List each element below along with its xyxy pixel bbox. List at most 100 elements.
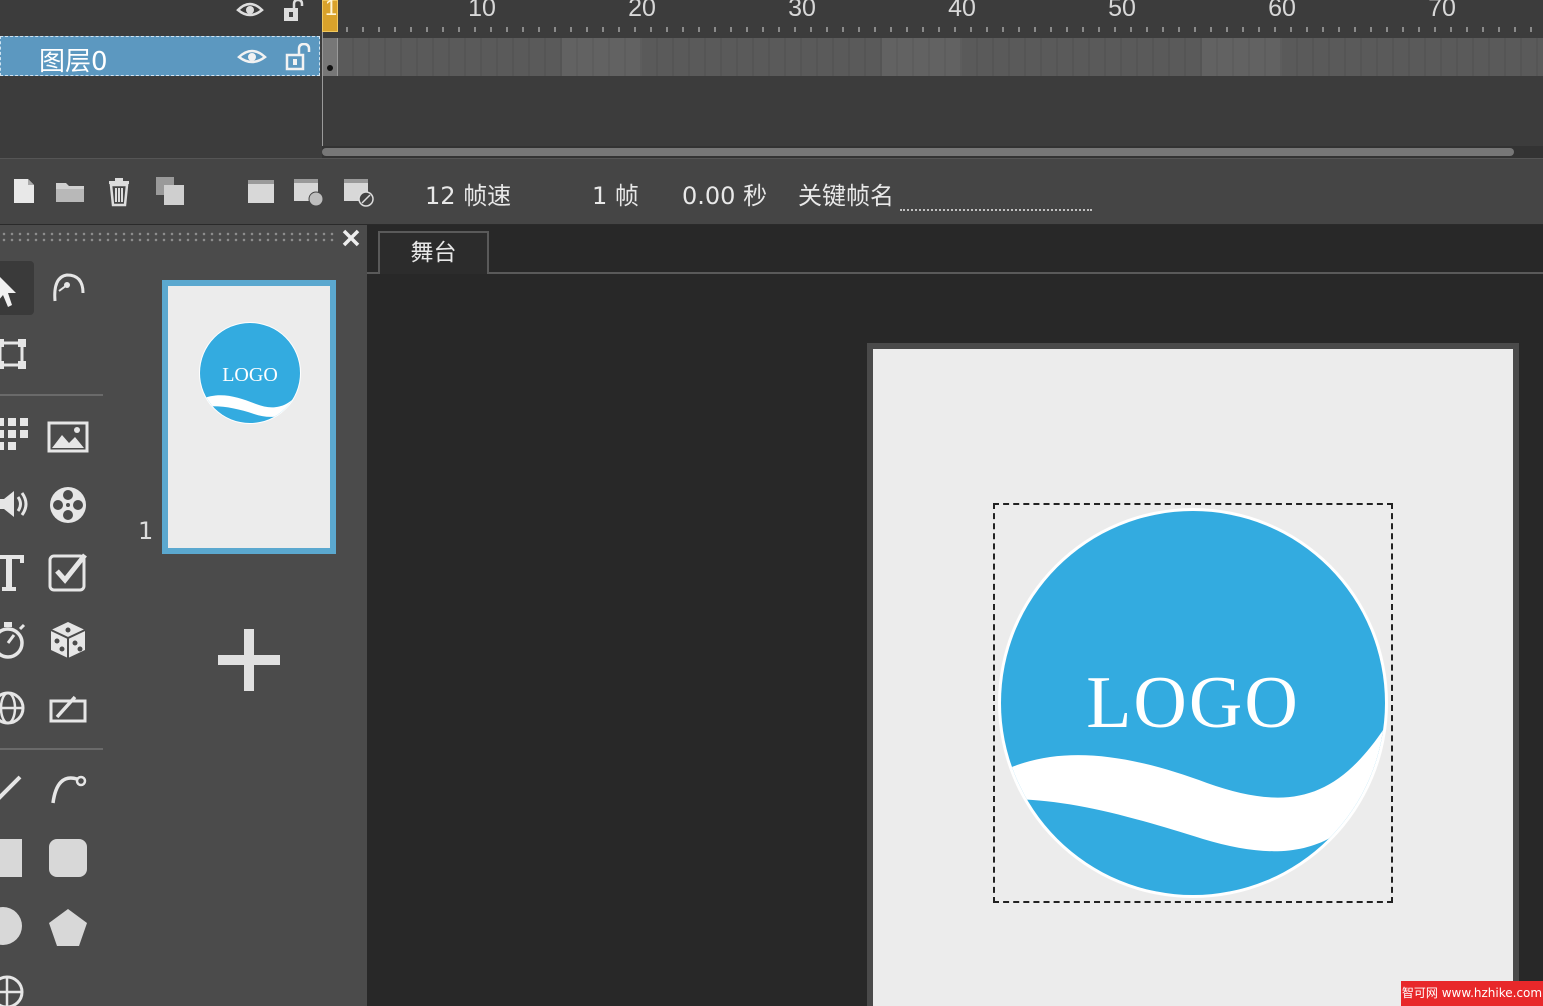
delete-trash-icon[interactable]	[103, 175, 135, 207]
ruler-tick	[1258, 27, 1260, 32]
select-tool[interactable]	[0, 261, 34, 315]
playhead-line	[322, 32, 323, 158]
clear-keyframe-icon[interactable]	[342, 175, 374, 207]
ruler-tick	[586, 27, 588, 32]
fps-label: 帧速	[463, 182, 512, 210]
text-t-icon	[0, 555, 24, 591]
ruler-tick	[1130, 27, 1132, 32]
ruler-label: 50	[1108, 0, 1136, 22]
ruler-tick	[1146, 27, 1148, 32]
checkbox-tool[interactable]	[47, 551, 89, 593]
input-field-tool[interactable]	[47, 689, 89, 731]
circle-icon	[0, 907, 22, 945]
layer-unlock-icon[interactable]	[285, 43, 311, 71]
node-edit-tool[interactable]	[47, 267, 89, 309]
tools-divider	[0, 748, 103, 750]
ruler-tick	[1370, 27, 1372, 32]
frame-value: 1	[592, 182, 608, 210]
image-icon	[47, 421, 89, 453]
insert-frame-icon[interactable]	[245, 175, 277, 207]
rectangle-icon	[0, 839, 22, 877]
ruler-tick	[1274, 27, 1276, 32]
new-layer-icon[interactable]	[8, 175, 40, 207]
ruler-tick	[826, 27, 828, 32]
stopwatch-icon	[0, 622, 26, 659]
ruler-tick	[458, 27, 460, 32]
visibility-header-eye-icon[interactable]	[236, 0, 264, 20]
frame-ruler[interactable]: 10 20 30 40 50 60 70	[322, 0, 1543, 36]
ruler-tick	[602, 27, 604, 32]
open-folder-icon[interactable]	[54, 175, 86, 207]
ruler-tick	[1418, 27, 1420, 32]
ellipse-tool[interactable]	[0, 905, 24, 947]
ruler-tick	[714, 27, 716, 32]
ruler-tick	[1482, 27, 1484, 32]
ruler-tick	[1098, 27, 1100, 32]
layer-frames-track[interactable]	[322, 38, 1543, 76]
ruler-tick	[394, 27, 396, 32]
ruler-tick	[858, 27, 860, 32]
component-tool[interactable]	[0, 414, 34, 456]
ruler-tick	[778, 27, 780, 32]
ruler-tick	[666, 27, 668, 32]
panel-drag-handle[interactable]	[0, 231, 336, 243]
sound-tool[interactable]	[0, 483, 32, 525]
close-icon[interactable]	[340, 227, 362, 249]
ruler-tick	[762, 27, 764, 32]
layer-visibility-eye-icon[interactable]	[237, 47, 267, 67]
video-tool[interactable]	[47, 484, 89, 526]
random-dice-tool[interactable]	[47, 619, 89, 661]
ruler-tick	[506, 27, 508, 32]
fps-value: 12	[425, 182, 456, 210]
text-tool[interactable]	[0, 551, 32, 593]
curve-tool[interactable]	[47, 767, 89, 809]
ruler-tick	[698, 27, 700, 32]
timeline-scrollbar-thumb[interactable]	[322, 148, 1514, 156]
ruler-tick	[378, 27, 380, 32]
keyframe-dot	[327, 65, 333, 71]
layer-row[interactable]: 图层0	[0, 36, 320, 77]
checkbox-icon	[48, 553, 87, 592]
rounded-rectangle-tool[interactable]	[47, 837, 89, 879]
thumbnail-logo-text: LOGO	[222, 364, 278, 386]
ruler-tick	[1194, 27, 1196, 32]
image-tool[interactable]	[47, 417, 89, 459]
page-thumbnail[interactable]: LOGO	[162, 280, 336, 554]
ruler-tick	[1402, 27, 1404, 32]
playhead[interactable]: 1	[322, 0, 338, 32]
keyframe-cell[interactable]	[322, 38, 338, 76]
ruler-tick	[1034, 27, 1036, 32]
ruler-tick	[1114, 27, 1116, 32]
ruler-tick	[442, 27, 444, 32]
curve-icon	[51, 775, 87, 804]
dice-icon	[50, 622, 86, 658]
3d-globe-tool[interactable]	[0, 687, 32, 729]
logo-image[interactable]: LOGO	[997, 507, 1389, 899]
current-frame-marker: 1	[324, 0, 338, 20]
fps-display[interactable]: 12 帧速	[425, 176, 511, 211]
ruler-tick	[618, 27, 620, 32]
ruler-tick	[1082, 27, 1084, 32]
film-reel-icon	[50, 487, 86, 523]
tools-divider	[0, 394, 103, 396]
ruler-tick	[1050, 27, 1052, 32]
tab-stage[interactable]: 舞台	[378, 231, 489, 274]
transform-tool[interactable]	[0, 333, 32, 375]
insert-keyframe-icon[interactable]	[292, 175, 324, 207]
add-page-plus-icon[interactable]	[216, 627, 282, 693]
more-tool[interactable]	[0, 971, 28, 1006]
stage-canvas[interactable]: LOGO	[873, 349, 1513, 1006]
ruler-tick	[746, 27, 748, 32]
rectangle-tool[interactable]	[0, 837, 24, 879]
keyframe-name-input[interactable]	[900, 179, 1092, 211]
timer-tool[interactable]	[0, 619, 32, 661]
polygon-tool[interactable]	[47, 907, 89, 949]
ruler-tick	[906, 27, 908, 32]
ruler-tick	[1450, 27, 1452, 32]
ruler-tick	[650, 27, 652, 32]
lock-header-icon[interactable]	[282, 0, 304, 22]
ruler-tick	[474, 27, 476, 32]
line-tool[interactable]	[0, 767, 32, 809]
ruler-tick	[1498, 27, 1500, 32]
copy-layer-icon[interactable]	[154, 175, 186, 207]
